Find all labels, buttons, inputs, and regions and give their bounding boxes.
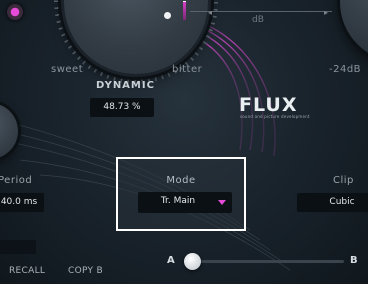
mode-dropdown[interactable]: Tr. Main xyxy=(138,192,232,213)
meter-peak-indicator xyxy=(183,2,186,20)
b-label: B xyxy=(350,255,358,266)
dynamic-value-field[interactable]: 48.73 % xyxy=(90,98,154,117)
dynamic-knob-pointer-icon xyxy=(164,12,171,19)
clip-label: Clip xyxy=(333,175,354,186)
mode-selected-value: Tr. Main xyxy=(160,196,196,206)
mode-panel: Mode Tr. Main xyxy=(116,157,246,231)
flux-tagline: sound and picture development xyxy=(240,114,310,119)
gain-knob-min-label: -24dB xyxy=(329,64,362,75)
clip-dropdown[interactable]: Cubic xyxy=(297,193,368,212)
power-indicator-icon[interactable] xyxy=(7,4,23,20)
arrow-left-icon: ◂ xyxy=(208,8,213,17)
period-label: Period xyxy=(0,175,33,186)
dropdown-caret-icon xyxy=(218,200,226,205)
mode-label: Mode xyxy=(166,175,196,186)
a-label: A xyxy=(167,255,175,266)
period-value-field[interactable]: 40.0 ms xyxy=(0,193,44,212)
ab-morph-slider-track[interactable] xyxy=(184,260,344,263)
bitter-label: bitter xyxy=(172,64,203,75)
recall-button[interactable]: RECALL xyxy=(9,266,45,276)
db-label: dB xyxy=(252,15,264,25)
arrow-right-icon: ▸ xyxy=(324,8,329,17)
gain-knob[interactable] xyxy=(340,0,368,62)
flux-logo: FLUX xyxy=(239,94,298,116)
sweet-label: sweet xyxy=(51,64,84,75)
copy-b-button[interactable]: COPY B xyxy=(68,266,103,276)
plugin-panel: ◂ ▸ dB -24dB sweet bitter DYNAMIC 48.73 … xyxy=(0,0,368,284)
ab-morph-slider-thumb[interactable] xyxy=(184,253,201,270)
period-knob[interactable] xyxy=(0,103,18,159)
dynamic-title: DYNAMIC xyxy=(96,80,155,91)
bottom-left-strip xyxy=(0,240,36,254)
